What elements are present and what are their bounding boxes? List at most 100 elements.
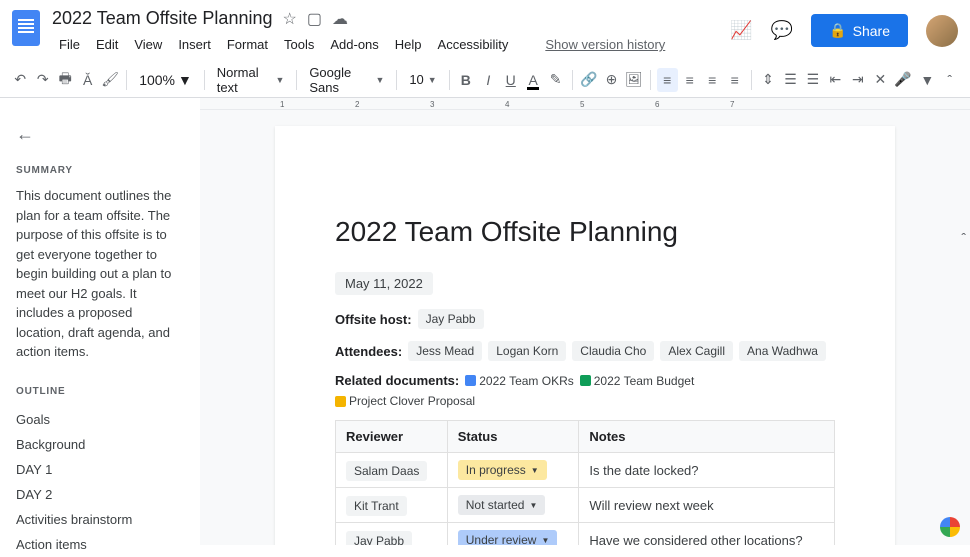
chevron-down-icon: ▼ — [531, 466, 539, 475]
reviewer-chip[interactable]: Jay Pabb — [346, 531, 412, 546]
text-color-icon[interactable]: A — [523, 68, 543, 92]
slides-icon — [335, 396, 346, 407]
related-doc-chip[interactable]: Project Clover Proposal — [335, 394, 475, 408]
host-label: Offsite host: — [335, 312, 412, 327]
folder-icon[interactable]: ▢ — [307, 9, 322, 29]
related-doc-chip[interactable]: 2022 Team Budget — [580, 374, 695, 388]
sheets-icon — [580, 375, 591, 386]
menu-help[interactable]: Help — [388, 33, 429, 56]
host-chip[interactable]: Jay Pabb — [418, 309, 484, 329]
analytics-icon[interactable]: 📈 — [730, 20, 752, 41]
user-avatar[interactable] — [926, 15, 958, 47]
highlight-icon[interactable]: ✎ — [545, 68, 565, 92]
doc-title[interactable]: 2022 Team Offsite Planning — [52, 8, 272, 29]
ruler[interactable]: 1 2 3 4 5 6 7 — [200, 98, 970, 110]
notes-cell[interactable]: Have we considered other locations? — [579, 523, 835, 546]
menu-addons[interactable]: Add-ons — [323, 33, 385, 56]
cloud-icon: ☁ — [332, 9, 348, 29]
image-icon[interactable]: 🖼 — [624, 68, 644, 92]
voice-icon[interactable]: 🎤 — [893, 68, 913, 92]
attendee-chip[interactable]: Claudia Cho — [572, 341, 654, 361]
editing-mode-icon[interactable]: ▼ — [917, 68, 937, 92]
style-select[interactable]: Normal text▼ — [211, 62, 291, 98]
outline-item[interactable]: Activities brainstorm — [16, 507, 184, 532]
table-row: Salam Daas In progress▼ Is the date lock… — [336, 453, 835, 488]
collapse-icon[interactable]: ˆ — [940, 68, 960, 92]
clear-format-icon[interactable]: ✕ — [870, 68, 890, 92]
lock-icon: 🔒 — [829, 22, 846, 39]
th-status: Status — [447, 421, 579, 453]
outline-item[interactable]: DAY 1 — [16, 457, 184, 482]
font-select[interactable]: Google Sans▼ — [303, 62, 390, 98]
menu-format[interactable]: Format — [220, 33, 275, 56]
table-row: Kit Trant Not started▼ Will review next … — [336, 488, 835, 523]
link-icon[interactable]: 🔗 — [579, 68, 599, 92]
outline-item[interactable]: Action items — [16, 532, 184, 557]
bulleted-list-icon[interactable]: ☰ — [803, 68, 823, 92]
outline-item[interactable]: Goals — [16, 407, 184, 432]
status-chip[interactable]: In progress▼ — [458, 460, 547, 480]
zoom-select[interactable]: 100%▼ — [133, 72, 198, 88]
print-icon[interactable]: 🖶 — [55, 68, 75, 92]
attendee-chip[interactable]: Alex Cagill — [660, 341, 733, 361]
align-right-icon[interactable]: ≡ — [702, 68, 722, 92]
docs-logo[interactable] — [12, 10, 40, 46]
menu-view[interactable]: View — [127, 33, 169, 56]
menu-accessibility[interactable]: Accessibility — [431, 33, 516, 56]
undo-icon[interactable]: ↶ — [10, 68, 30, 92]
menu-tools[interactable]: Tools — [277, 33, 321, 56]
scroll-up-icon[interactable]: ˆ — [961, 230, 966, 246]
review-table: Reviewer Status Notes Salam Daas In prog… — [335, 420, 835, 545]
italic-icon[interactable]: I — [478, 68, 498, 92]
menu-file[interactable]: File — [52, 33, 87, 56]
document-page[interactable]: 2022 Team Offsite Planning May 11, 2022 … — [275, 126, 895, 545]
th-notes: Notes — [579, 421, 835, 453]
chevron-down-icon: ▼ — [529, 501, 537, 510]
comments-icon[interactable]: 💬 — [771, 20, 793, 41]
table-row: Jay Pabb Under review▼ Have we considere… — [336, 523, 835, 546]
th-reviewer: Reviewer — [336, 421, 448, 453]
outline-item[interactable]: DAY 2 — [16, 482, 184, 507]
share-label: Share — [853, 23, 890, 39]
line-spacing-icon[interactable]: ⇕ — [758, 68, 778, 92]
reviewer-chip[interactable]: Kit Trant — [346, 496, 407, 516]
comment-icon[interactable]: ⊕ — [601, 68, 621, 92]
spellcheck-icon[interactable]: Ǎ — [77, 68, 97, 92]
redo-icon[interactable]: ↷ — [32, 68, 52, 92]
status-chip[interactable]: Under review▼ — [458, 530, 558, 545]
menu-insert[interactable]: Insert — [171, 33, 218, 56]
reviewer-chip[interactable]: Salam Daas — [346, 461, 427, 481]
indent-dec-icon[interactable]: ⇤ — [825, 68, 845, 92]
google-badge-icon — [940, 517, 960, 537]
align-justify-icon[interactable]: ≡ — [724, 68, 744, 92]
related-doc-chip[interactable]: 2022 Team OKRs — [465, 374, 574, 388]
attendee-chip[interactable]: Ana Wadhwa — [739, 341, 826, 361]
star-icon[interactable]: ☆ — [282, 9, 296, 29]
version-history-link[interactable]: Show version history — [545, 37, 665, 52]
attendee-chip[interactable]: Jess Mead — [408, 341, 482, 361]
numbered-list-icon[interactable]: ☰ — [780, 68, 800, 92]
indent-inc-icon[interactable]: ⇥ — [848, 68, 868, 92]
summary-text: This document outlines the plan for a te… — [16, 186, 184, 362]
outline-item[interactable]: Background — [16, 432, 184, 457]
status-chip[interactable]: Not started▼ — [458, 495, 546, 515]
menu-edit[interactable]: Edit — [89, 33, 125, 56]
attendees-label: Attendees: — [335, 344, 402, 359]
page-title: 2022 Team Offsite Planning — [335, 216, 835, 248]
chevron-down-icon: ▼ — [541, 536, 549, 545]
align-center-icon[interactable]: ≡ — [680, 68, 700, 92]
doc-icon — [465, 375, 476, 386]
align-left-icon[interactable]: ≡ — [657, 68, 677, 92]
notes-cell[interactable]: Is the date locked? — [579, 453, 835, 488]
related-label: Related documents: — [335, 373, 459, 388]
share-button[interactable]: 🔒 Share — [811, 14, 908, 47]
back-icon[interactable]: ← — [16, 124, 184, 145]
bold-icon[interactable]: B — [456, 68, 476, 92]
summary-heading: SUMMARY — [16, 165, 184, 176]
attendee-chip[interactable]: Logan Korn — [488, 341, 566, 361]
underline-icon[interactable]: U — [501, 68, 521, 92]
notes-cell[interactable]: Will review next week — [579, 488, 835, 523]
size-select[interactable]: 10▼ — [403, 69, 442, 90]
date-chip[interactable]: May 11, 2022 — [335, 272, 433, 295]
paint-format-icon[interactable]: 🖌 — [100, 68, 120, 92]
